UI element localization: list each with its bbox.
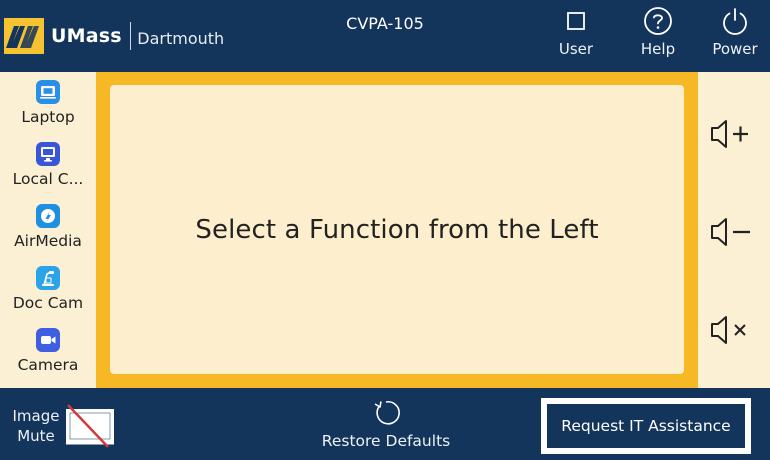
volume-up-button[interactable] bbox=[708, 114, 758, 154]
power-button-label: Power bbox=[712, 40, 758, 58]
main-panel: Select a Function from the Left bbox=[110, 85, 684, 374]
volume-down-button[interactable] bbox=[708, 212, 758, 252]
image-mute-icon bbox=[66, 404, 114, 448]
volume-up-icon bbox=[711, 120, 748, 148]
volume-mute-button[interactable] bbox=[708, 310, 758, 350]
source-label: Local C... bbox=[12, 170, 84, 188]
user-button-label: User bbox=[558, 40, 594, 58]
volume-controls bbox=[698, 72, 770, 388]
source-laptop[interactable]: Laptop bbox=[0, 80, 96, 140]
laptop-icon bbox=[36, 80, 60, 104]
help-button-label: Help bbox=[640, 40, 676, 58]
restore-defaults-label: Restore Defaults bbox=[321, 432, 451, 450]
source-list: Laptop Local C... AirMedia Doc Cam Camer… bbox=[0, 72, 96, 388]
volume-mute-icon bbox=[711, 316, 746, 344]
help-circle-icon bbox=[644, 7, 672, 35]
user-square-icon bbox=[567, 12, 585, 30]
source-label: AirMedia bbox=[14, 232, 82, 250]
source-label: Laptop bbox=[21, 108, 75, 126]
volume-down-icon bbox=[711, 218, 750, 246]
monitor-icon bbox=[36, 142, 60, 166]
video-camera-icon bbox=[36, 328, 60, 352]
restore-icon bbox=[374, 400, 400, 425]
power-button[interactable]: Power bbox=[700, 6, 770, 68]
help-button[interactable]: Help bbox=[623, 6, 693, 68]
main-panel-frame: Select a Function from the Left bbox=[96, 72, 698, 388]
top-bar: UMass Dartmouth CVPA-105 User Help Power bbox=[0, 0, 770, 72]
request-it-assistance-label: Request IT Assistance bbox=[547, 404, 745, 448]
user-button[interactable]: User bbox=[541, 6, 611, 68]
bottom-bar: Image Mute Restore Defaults Request IT A… bbox=[0, 388, 770, 460]
source-doc-cam[interactable]: Doc Cam bbox=[0, 266, 96, 326]
airmedia-icon bbox=[36, 204, 60, 228]
source-label: Doc Cam bbox=[12, 294, 84, 312]
source-camera[interactable]: Camera bbox=[0, 328, 96, 388]
source-label: Camera bbox=[17, 356, 79, 374]
source-airmedia[interactable]: AirMedia bbox=[0, 204, 96, 264]
doc-cam-icon bbox=[36, 266, 60, 290]
power-icon bbox=[723, 8, 747, 35]
main-message: Select a Function from the Left bbox=[195, 214, 599, 245]
request-it-assistance-button[interactable]: Request IT Assistance bbox=[541, 398, 751, 454]
image-mute-button[interactable]: Image Mute bbox=[6, 398, 118, 454]
image-mute-label: Image Mute bbox=[12, 407, 60, 445]
source-local-computer[interactable]: Local C... bbox=[0, 142, 96, 202]
restore-defaults-button[interactable]: Restore Defaults bbox=[320, 398, 452, 456]
